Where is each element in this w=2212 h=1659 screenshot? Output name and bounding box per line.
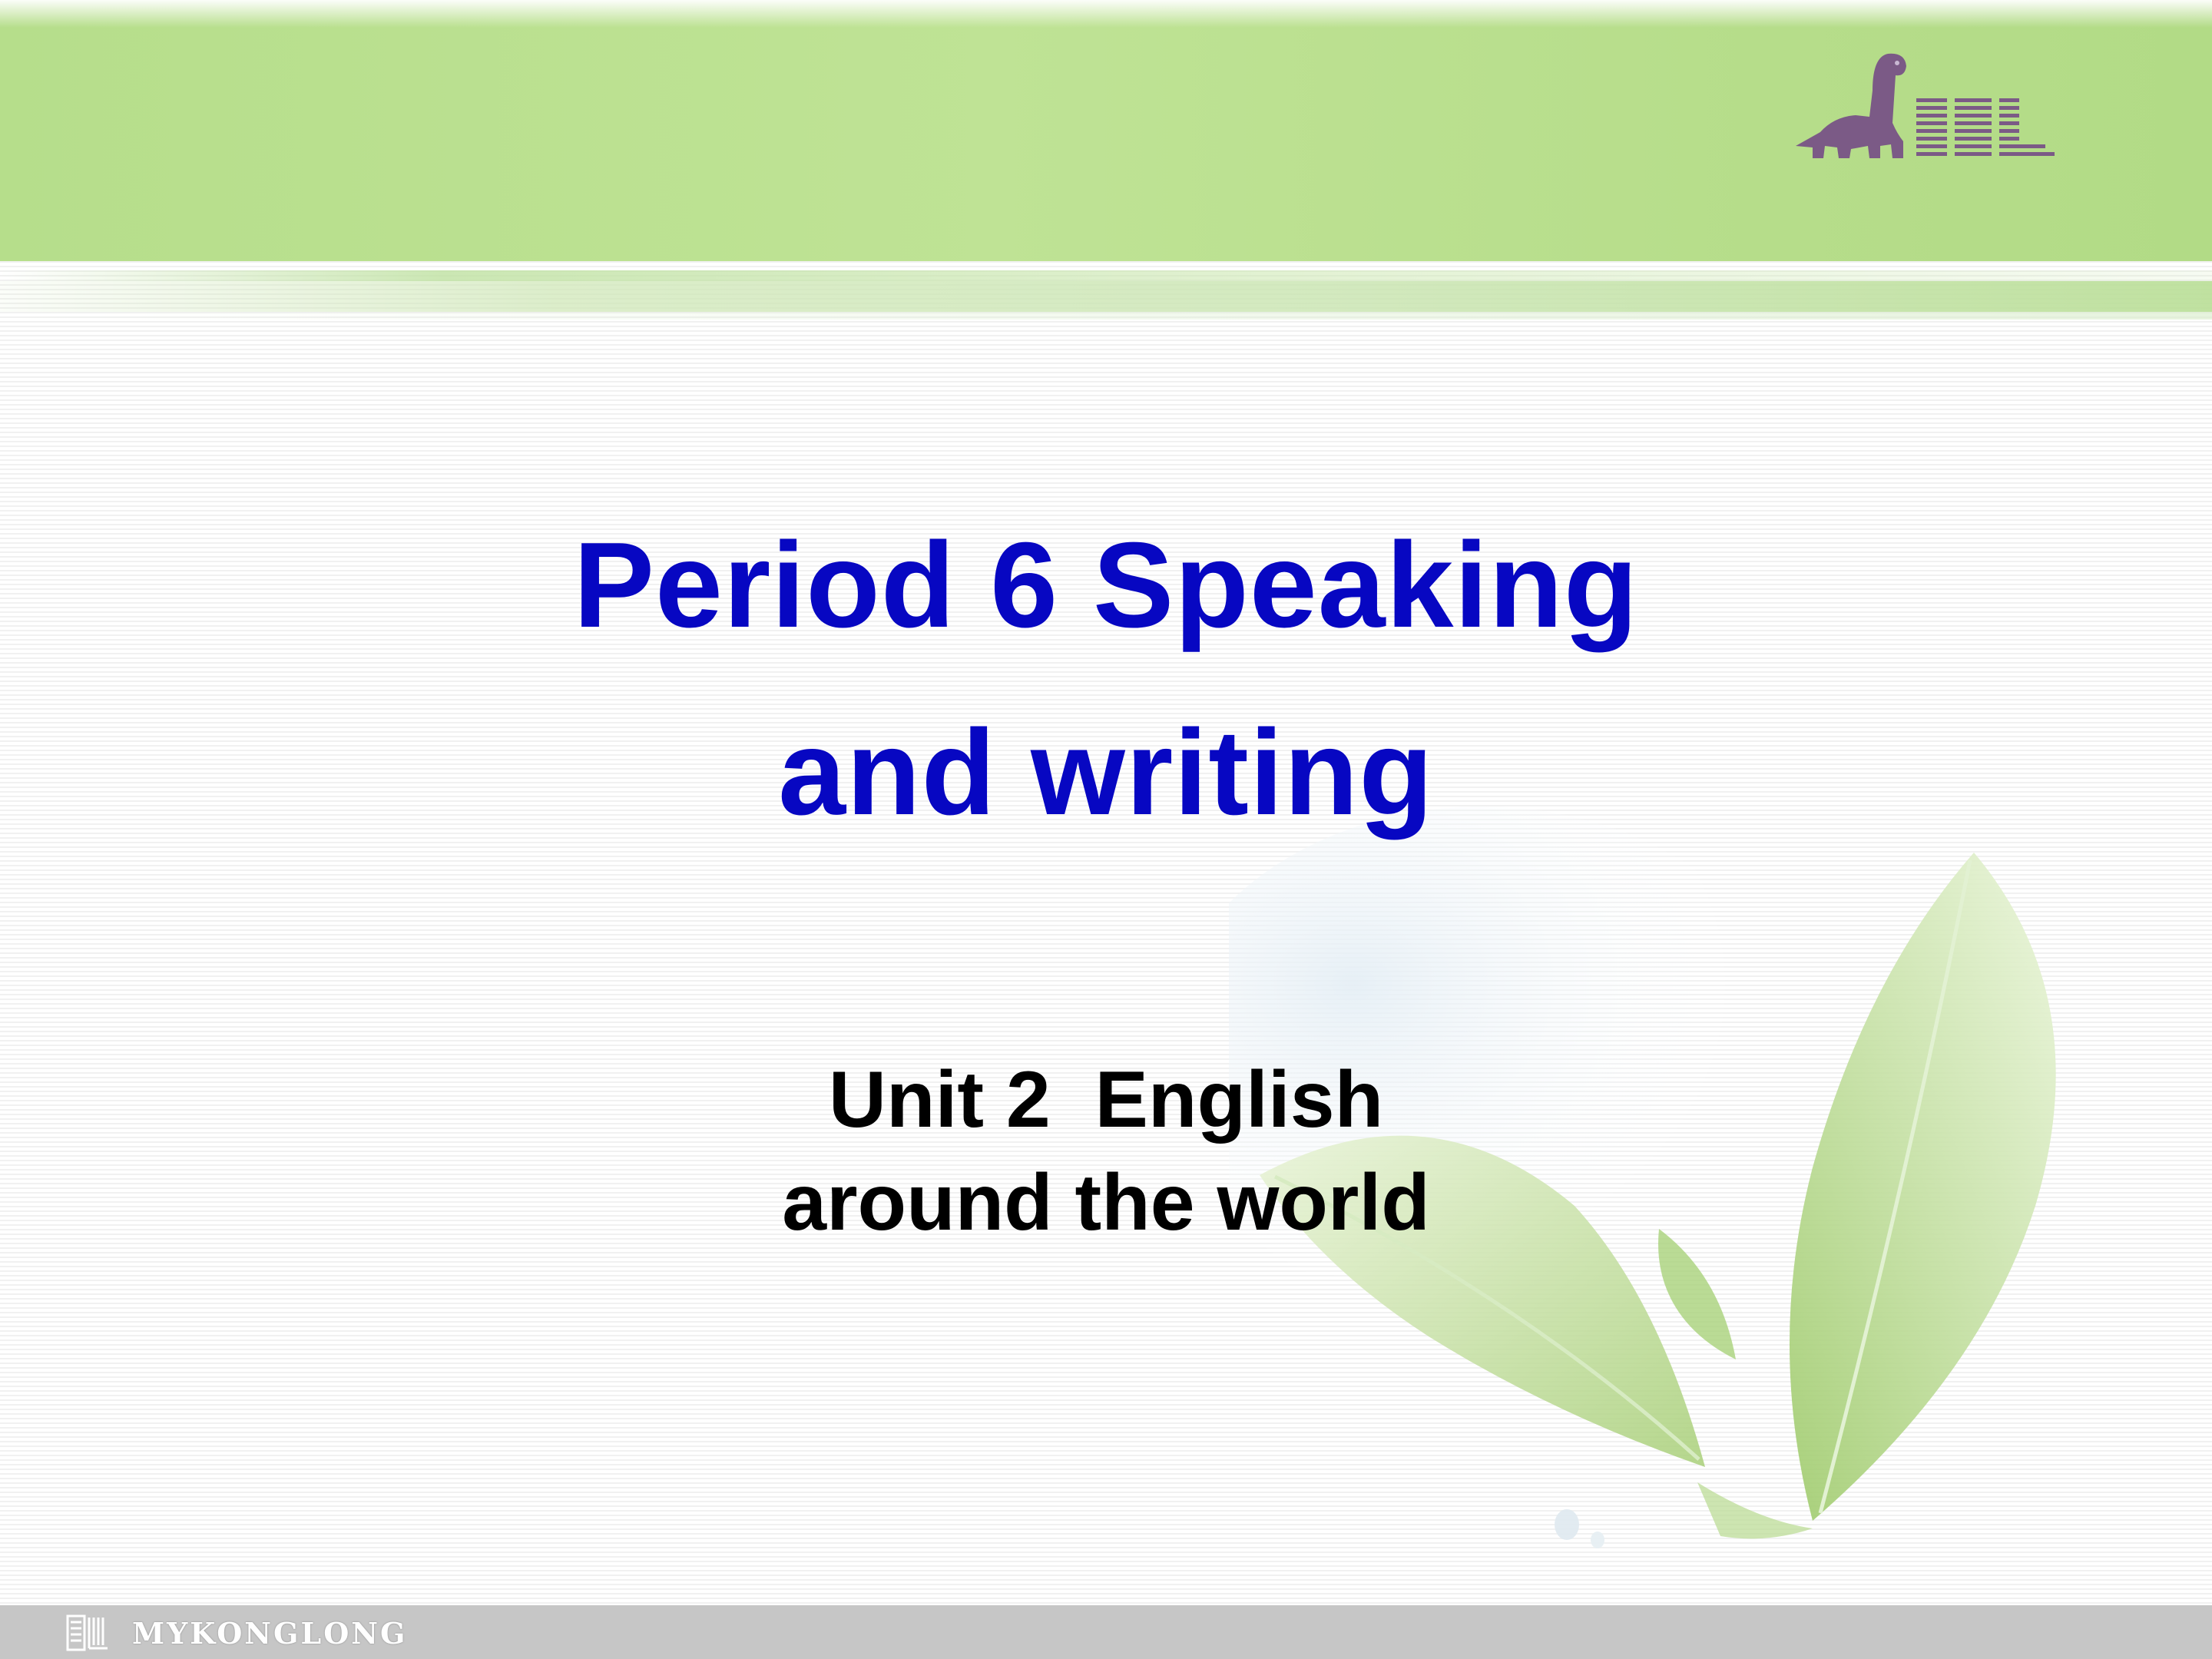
water-drop (1555, 1509, 1579, 1540)
dinosaur-icon (1796, 53, 1906, 158)
mkl-logo (1796, 53, 2055, 158)
decorative-stripe (0, 312, 2212, 320)
mykonglong-logo-icon (66, 1614, 108, 1651)
subtitle-line-1: Unit 2 English (828, 1055, 1384, 1144)
subtitle-line-2: around the world (782, 1158, 1430, 1247)
title-line-2: and writing (778, 705, 1434, 840)
footer-brand-text: MYKONGLONG (132, 1616, 408, 1651)
title-line-1: Period 6 Speaking (573, 518, 1639, 653)
decorative-stripe (0, 281, 2212, 312)
decorative-stripe (0, 270, 2212, 281)
footer-bar: MYKONGLONG (0, 1605, 2212, 1659)
slide-title: Period 6 Speaking and writing (0, 492, 2212, 866)
header-band-fade (0, 0, 2212, 28)
presentation-slide: Period 6 Speaking and writing Unit 2 Eng… (0, 0, 2212, 1659)
mkl-lettermark (1916, 98, 2055, 156)
slide-subtitle: Unit 2 English around the world (0, 1048, 2212, 1254)
